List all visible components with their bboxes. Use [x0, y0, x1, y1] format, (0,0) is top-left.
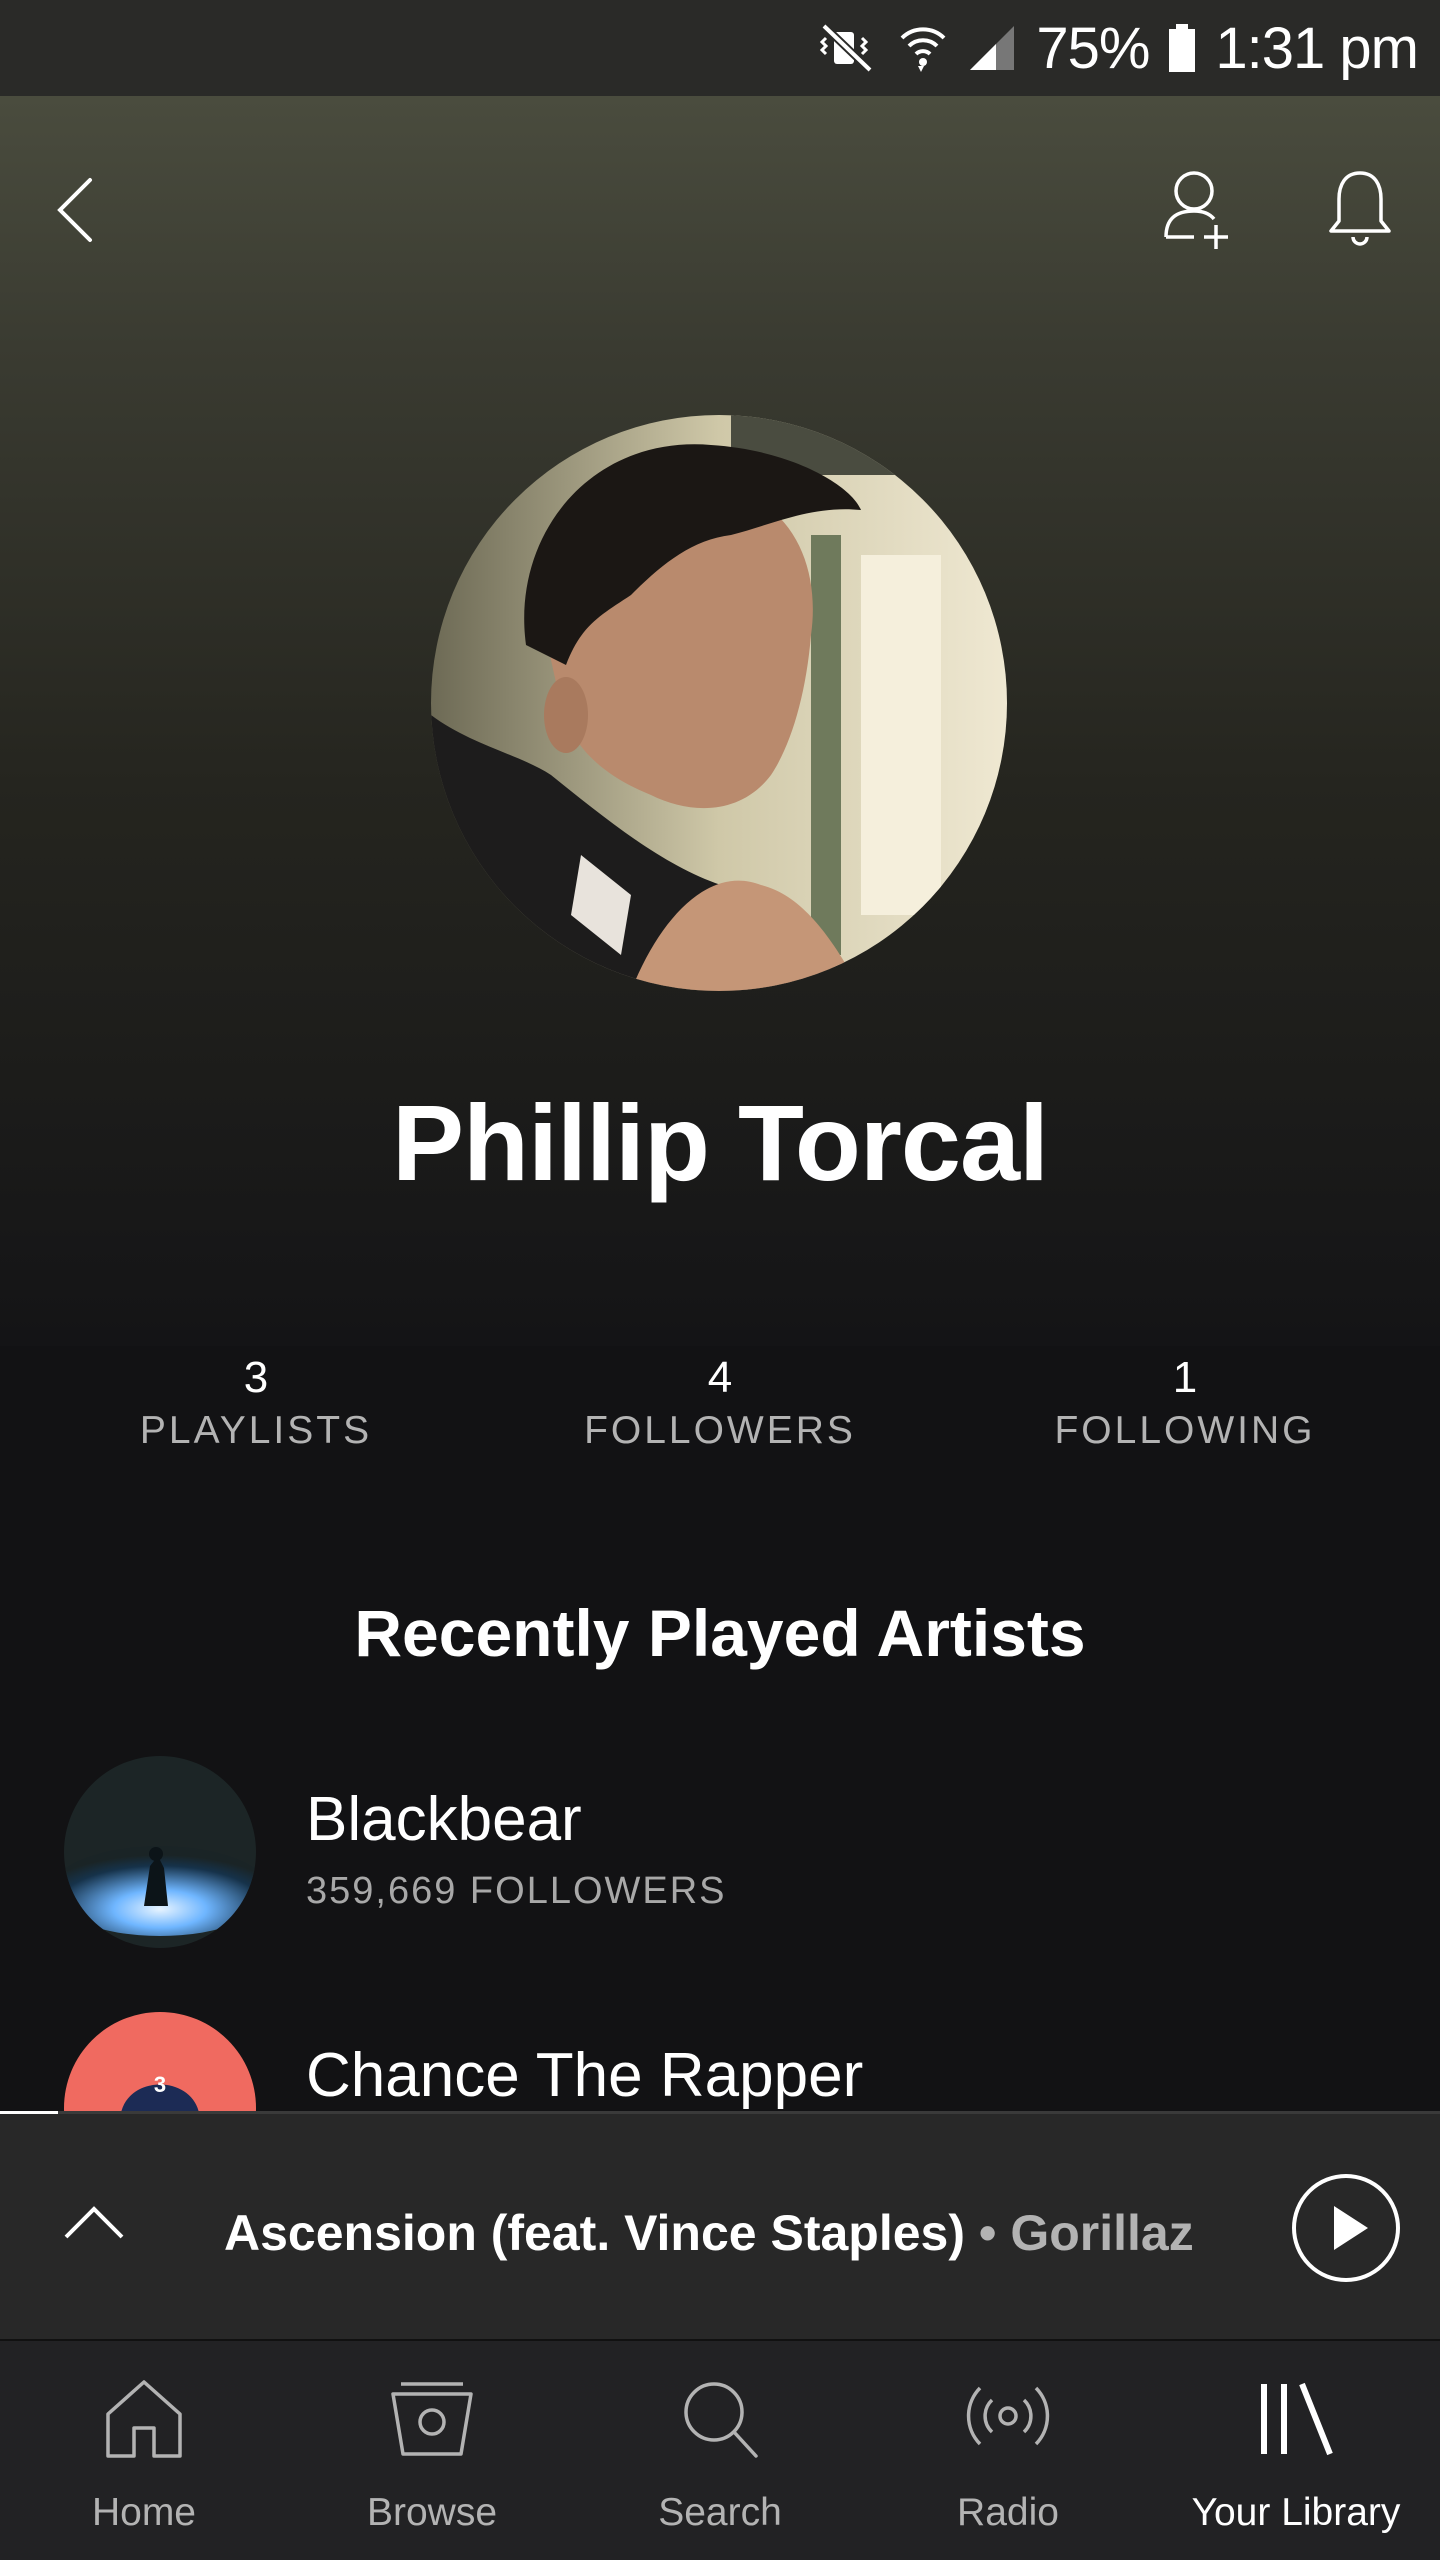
signal-icon [966, 22, 1018, 74]
track-title: Ascension (feat. Vince Staples) [224, 2205, 965, 2261]
artist-thumbnail [64, 1756, 256, 1948]
nav-label: Browse [366, 2491, 498, 2534]
mute-vibrate-icon [820, 22, 880, 74]
nav-label: Search [658, 2491, 782, 2534]
artist-row-blackbear[interactable]: Blackbear 359,669 FOLLOWERS [64, 1756, 1384, 1948]
chevron-up-icon[interactable] [62, 2199, 126, 2248]
artist-thumbnail: 3 [64, 2012, 256, 2111]
nav-label: Your Library [1191, 2491, 1401, 2534]
browse-icon [288, 2376, 576, 2460]
profile-stats: 3 PLAYLISTS 4 FOLLOWERS 1 FOLLOWING [0, 1350, 1440, 1470]
stat-following[interactable]: 1 FOLLOWING [985, 1350, 1385, 1456]
nav-radio[interactable]: Radio [864, 2341, 1152, 2560]
artist-name: Chance The Rapper [306, 2041, 864, 2110]
battery-icon [1167, 22, 1197, 74]
svg-text:3: 3 [154, 2072, 166, 2097]
stat-count: 1 [1172, 1353, 1198, 1402]
nav-search[interactable]: Search [576, 2341, 864, 2560]
bell-icon[interactable] [1325, 165, 1395, 260]
nav-label: Home [91, 2491, 197, 2534]
stat-followers[interactable]: 4 FOLLOWERS [520, 1350, 920, 1456]
artist-followers: 359,669 FOLLOWERS [306, 1870, 727, 1912]
stat-label: PLAYLISTS [139, 1409, 373, 1452]
stat-label: FOLLOWERS [584, 1409, 856, 1452]
now-playing-bar[interactable]: Ascension (feat. Vince Staples) • Gorill… [0, 2111, 1440, 2339]
back-chevron-icon[interactable] [50, 170, 100, 255]
artist-row-chance[interactable]: 3 Chance The Rapper [64, 2012, 1384, 2111]
nav-browse[interactable]: Browse [288, 2341, 576, 2560]
stat-count: 4 [707, 1353, 733, 1402]
library-icon [1152, 2376, 1440, 2460]
add-user-icon[interactable] [1160, 165, 1240, 260]
status-bar: 75% 1:31 pm [0, 0, 1440, 96]
play-button[interactable] [1290, 2172, 1402, 2289]
stat-playlists[interactable]: 3 PLAYLISTS [56, 1350, 456, 1456]
avatar [431, 415, 1007, 991]
stat-count: 3 [243, 1353, 269, 1402]
bottom-nav: Home Browse Search Radio Your Library [0, 2339, 1440, 2560]
playback-progress[interactable] [0, 2111, 58, 2114]
search-icon [576, 2376, 864, 2460]
home-icon [0, 2376, 288, 2460]
track-artist: Gorillaz [1010, 2205, 1194, 2261]
nav-home[interactable]: Home [0, 2341, 288, 2560]
profile-name: Phillip Torcal [391, 1082, 1049, 1203]
nav-label: Radio [957, 2491, 1059, 2534]
clock: 1:31 pm [1215, 15, 1419, 81]
radio-icon [864, 2376, 1152, 2460]
artist-name: Blackbear [306, 1785, 582, 1854]
section-title: Recently Played Artists [354, 1596, 1086, 1670]
track-separator: • [978, 2205, 997, 2261]
stat-label: FOLLOWING [1054, 1409, 1316, 1452]
nav-library[interactable]: Your Library [1152, 2341, 1440, 2560]
now-playing-text[interactable]: Ascension (feat. Vince Staples) • Gorill… [224, 2204, 1194, 2262]
wifi-icon [898, 22, 948, 74]
battery-percent: 75% [1036, 15, 1150, 81]
